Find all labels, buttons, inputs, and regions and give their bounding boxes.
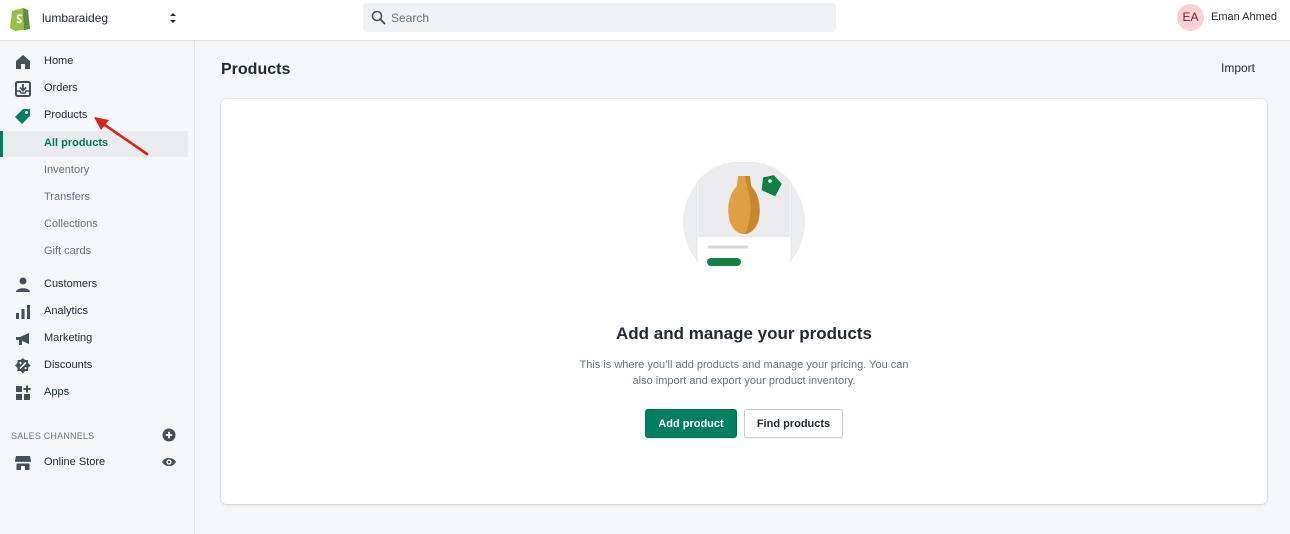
import-button[interactable]: Import — [1213, 59, 1263, 77]
search-input[interactable] — [391, 3, 831, 32]
top-bar: lumbaraideg EA Eman Ahmed — [0, 0, 1290, 41]
sidebar-item-label: Discounts — [44, 359, 93, 371]
sidebar-subitem-collections[interactable]: Collections — [0, 212, 188, 238]
sidebar-item-label: Orders — [44, 82, 78, 94]
sidebar-item-home[interactable]: Home — [0, 49, 188, 75]
sidebar-subitem-label: Transfers — [44, 191, 91, 203]
store-name[interactable]: lumbaraideg — [42, 11, 108, 25]
shopify-logo-icon[interactable] — [9, 5, 31, 31]
sidebar-subitem-inventory[interactable]: Inventory — [0, 158, 188, 184]
search-icon — [371, 10, 386, 25]
add-sales-channel-icon[interactable] — [162, 428, 176, 442]
sidebar-item-discounts[interactable]: Discounts — [0, 353, 188, 379]
tag-icon — [15, 109, 30, 124]
annotation-arrow-icon — [94, 117, 149, 156]
avatar[interactable]: EA — [1177, 4, 1204, 31]
page-title: Products — [221, 61, 291, 78]
discount-icon — [15, 358, 31, 374]
eye-icon[interactable] — [161, 455, 177, 469]
sidebar-item-label: Apps — [44, 386, 70, 398]
sidebar-item-customers[interactable]: Customers — [0, 272, 188, 298]
sidebar-item-label: Home — [44, 55, 74, 67]
apps-icon — [16, 385, 31, 400]
user-name[interactable]: Eman Ahmed — [1211, 11, 1277, 23]
sidebar-item-label: Marketing — [44, 332, 93, 344]
empty-products-illustration-icon — [683, 162, 805, 272]
sidebar-item-apps[interactable]: Apps — [0, 380, 188, 406]
orders-icon — [15, 81, 31, 97]
sales-channels-heading: SALES CHANNELS — [11, 431, 95, 441]
sidebar-item-label: Online Store — [44, 456, 106, 468]
empty-state-heading: Add and manage your products — [616, 324, 872, 343]
sidebar-subitem-gift-cards[interactable]: Gift cards — [0, 239, 188, 265]
sidebar-item-label: Products — [44, 109, 88, 121]
sidebar-item-online-store[interactable]: Online Store — [0, 450, 188, 476]
add-product-button[interactable]: Add product — [645, 409, 737, 438]
megaphone-icon — [16, 333, 29, 345]
sidebar-subitem-label: Inventory — [44, 164, 90, 176]
search-bar[interactable] — [363, 3, 836, 32]
sidebar-item-label: Analytics — [44, 305, 89, 317]
store-icon — [15, 456, 31, 470]
home-icon — [16, 55, 30, 69]
find-products-button[interactable]: Find products — [744, 409, 843, 438]
sidebar-item-label: Customers — [44, 278, 98, 290]
sidebar-subitem-transfers[interactable]: Transfers — [0, 185, 188, 211]
sidebar-item-analytics[interactable]: Analytics — [0, 299, 188, 325]
empty-state-card: Add and manage your products This is whe… — [221, 99, 1267, 504]
sidebar-subitem-label: Gift cards — [44, 245, 92, 257]
store-switcher-chevron-icon[interactable] — [168, 10, 178, 26]
empty-state-description: This is where you’ll add products and ma… — [579, 359, 909, 387]
bar-chart-icon — [16, 305, 30, 319]
sidebar-item-marketing[interactable]: Marketing — [0, 326, 188, 352]
sidebar-subitem-label: Collections — [44, 218, 98, 230]
person-icon — [16, 277, 30, 292]
sidebar-item-orders[interactable]: Orders — [0, 76, 188, 102]
